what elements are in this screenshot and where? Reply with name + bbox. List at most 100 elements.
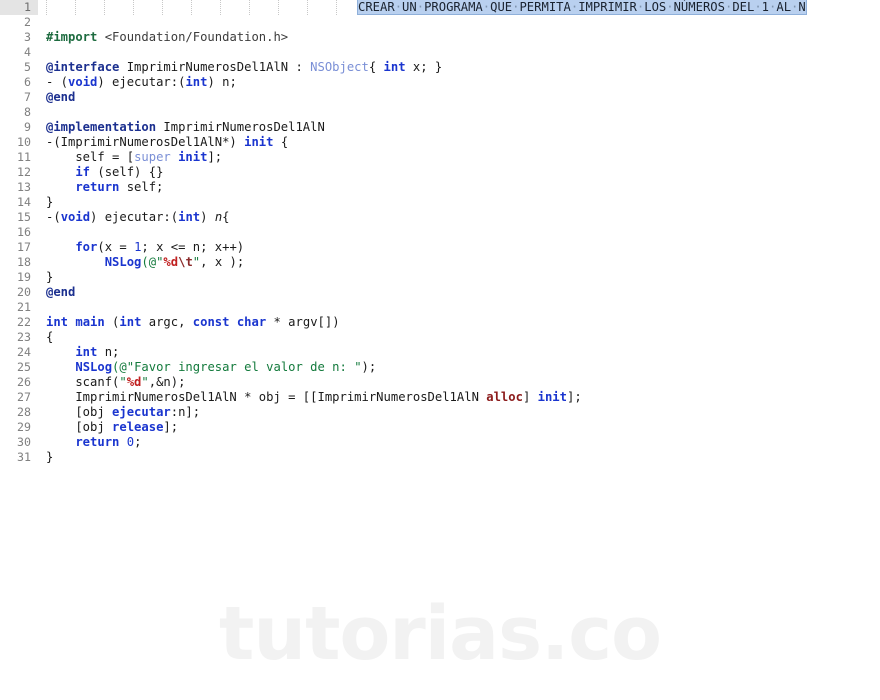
code-content[interactable]: NSLog(@"%d\t", x ); — [46, 255, 244, 270]
token-punct: ) — [200, 210, 215, 224]
code-line-26[interactable]: 26 scanf("%d",&n); — [0, 375, 880, 390]
token-punct: ]; — [566, 390, 582, 404]
token-expr: self; — [119, 180, 164, 194]
line-number: 2 — [24, 15, 31, 29]
code-line-10[interactable]: 10 -(ImprimirNumerosDel1AlN*) init { — [0, 135, 880, 150]
token-keyword-for: for — [46, 240, 98, 254]
code-line-29[interactable]: 29 [obj release]; — [0, 420, 880, 435]
code-line-14[interactable]: 14 } — [0, 195, 880, 210]
line-number: 13 — [17, 180, 31, 194]
code-line-1[interactable]: 1 CREAR·UN·PROGRAMA·QUE·PERMITA·IMPRIMIR… — [0, 0, 880, 15]
code-line-23[interactable]: 23 { — [0, 330, 880, 345]
code-line-6[interactable]: 6 - (void) ejecutar:(int) n; — [0, 75, 880, 90]
token-args: ,&n); — [148, 375, 186, 389]
code-line-3[interactable]: 3 #import <Foundation/Foundation.h> — [0, 30, 880, 45]
code-line-11[interactable]: 11 self = [super init]; — [0, 150, 880, 165]
token-header-path: <Foundation/Foundation.h> — [97, 30, 289, 44]
code-content[interactable]: } — [46, 270, 53, 285]
code-content[interactable]: NSLog(@"Favor ingresar el valor de n: ")… — [46, 360, 376, 375]
code-content[interactable]: [obj ejecutar:n]; — [46, 405, 200, 420]
code-line-15[interactable]: 15 -(void) ejecutar:(int) n{ — [0, 210, 880, 225]
code-content[interactable]: return self; — [46, 180, 163, 195]
code-line-13[interactable]: 13 return self; — [0, 180, 880, 195]
code-content[interactable]: { — [46, 330, 53, 345]
code-content[interactable]: @implementation ImprimirNumerosDel1AlN — [46, 120, 325, 135]
line-number: 26 — [17, 375, 31, 389]
code-line-28[interactable]: 28 [obj ejecutar:n]; — [0, 405, 880, 420]
code-line-25[interactable]: 25 NSLog(@"Favor ingresar el valor de n:… — [0, 360, 880, 375]
token-string-prompt: @"Favor ingresar el valor de n: " — [119, 360, 362, 374]
token-at-end[interactable]: @end — [46, 285, 75, 300]
token-class-decl: ImprimirNumerosDel1AlN : — [119, 60, 311, 74]
code-line-24[interactable]: 24 int n; — [0, 345, 880, 360]
line-number: 11 — [17, 150, 31, 164]
selected-prompt-text[interactable]: CREAR·UN·PROGRAMA·QUE·PERMITA·IMPRIMIR·L… — [357, 0, 807, 15]
code-content[interactable]: -(void) ejecutar:(int) n{ — [46, 210, 230, 225]
code-line-2[interactable]: 2 — [0, 15, 880, 30]
line-number: 27 — [17, 390, 31, 404]
token-punct: ); — [361, 360, 377, 374]
code-content[interactable]: } — [46, 450, 53, 465]
token-format-spec: %d — [126, 375, 142, 389]
token-alloc-expr: ImprimirNumerosDel1AlN * obj = [[Imprimi… — [46, 390, 487, 404]
code-content[interactable]: scanf("%d",&n); — [46, 375, 185, 390]
code-line-5[interactable]: 5 @interface ImprimirNumerosDel1AlN : NS… — [0, 60, 880, 75]
selection-highlight[interactable]: CREAR·UN·PROGRAMA·QUE·PERMITA·IMPRIMIR·L… — [357, 0, 807, 15]
line-number: 14 — [17, 195, 31, 209]
line-number: 5 — [24, 60, 31, 74]
code-content[interactable]: int n; — [46, 345, 119, 360]
code-line-7[interactable]: 7 @end — [0, 90, 880, 105]
code-content[interactable]: self = [super init]; — [46, 150, 222, 165]
token-keyword-return: return — [46, 180, 120, 194]
token-keyword-const: const — [192, 315, 230, 329]
code-line-22[interactable]: 22 int main (int argc, const char * argv… — [0, 315, 880, 330]
line-number: 7 — [24, 90, 31, 104]
line-number: 6 — [24, 75, 31, 89]
code-line-4[interactable]: 4 — [0, 45, 880, 60]
code-line-18[interactable]: 18 NSLog(@"%d\t", x ); — [0, 255, 880, 270]
code-line-21[interactable]: 21 — [0, 300, 880, 315]
code-editor[interactable]: tutorias.co 1 CREAR·UN·PROGRAMA·QUE·PERM… — [0, 0, 880, 700]
whitespace-marker: · — [666, 0, 674, 14]
code-content[interactable]: #import <Foundation/Foundation.h> — [46, 30, 288, 45]
token-keyword-int: int — [185, 75, 208, 89]
token-at-end[interactable]: @end — [46, 90, 75, 105]
token-format-spec: %d — [163, 255, 179, 269]
code-content[interactable]: for(x = 1; x <= n; x++) — [46, 240, 244, 255]
code-content[interactable]: } — [46, 195, 53, 210]
token-method-init: init — [537, 390, 567, 404]
code-content[interactable]: [obj release]; — [46, 420, 178, 435]
code-line-31[interactable]: 31 } — [0, 450, 880, 465]
token-keyword-int: int — [178, 210, 201, 224]
code-surface[interactable]: 1 CREAR·UN·PROGRAMA·QUE·PERMITA·IMPRIMIR… — [0, 0, 880, 700]
token-return-type: -(ImprimirNumerosDel1AlN*) — [46, 135, 245, 149]
token-keyword-int: int — [119, 315, 142, 329]
code-line-8[interactable]: 8 — [0, 105, 880, 120]
token-number: 0 — [126, 435, 135, 449]
token-superclass: NSObject — [310, 60, 369, 74]
code-content[interactable]: if (self) {} — [46, 165, 163, 180]
token-init-expr: (x = — [97, 240, 135, 254]
code-line-30[interactable]: 30 return 0; — [0, 435, 880, 450]
code-content[interactable]: - (void) ejecutar:(int) n; — [46, 75, 237, 90]
code-content[interactable]: @interface ImprimirNumerosDel1AlN : NSOb… — [46, 60, 442, 75]
token-assign: self = [ — [46, 150, 135, 164]
code-line-20[interactable]: 20 @end — [0, 285, 880, 300]
code-content[interactable]: -(ImprimirNumerosDel1AlN*) init { — [46, 135, 288, 150]
code-content[interactable]: return 0; — [46, 435, 141, 450]
token-main: main — [68, 315, 105, 329]
code-content[interactable]: ImprimirNumerosDel1AlN * obj = [[Imprimi… — [46, 390, 582, 405]
line-number: 16 — [17, 225, 31, 239]
token-string-open: " — [119, 375, 127, 389]
token-selector: ) ejecutar:( — [97, 75, 186, 89]
code-line-16[interactable]: 16 — [0, 225, 880, 240]
token-punct: ]; — [207, 150, 223, 164]
line-number: 25 — [17, 360, 31, 374]
code-line-17[interactable]: 17 for(x = 1; x <= n; x++) — [0, 240, 880, 255]
code-content[interactable]: int main (int argc, const char * argv[]) — [46, 315, 340, 330]
code-line-27[interactable]: 27 ImprimirNumerosDel1AlN * obj = [[Impr… — [0, 390, 880, 405]
code-line-19[interactable]: 19 } — [0, 270, 880, 285]
code-line-9[interactable]: 9 @implementation ImprimirNumerosDel1AlN — [0, 120, 880, 135]
code-line-12[interactable]: 12 if (self) {} — [0, 165, 880, 180]
